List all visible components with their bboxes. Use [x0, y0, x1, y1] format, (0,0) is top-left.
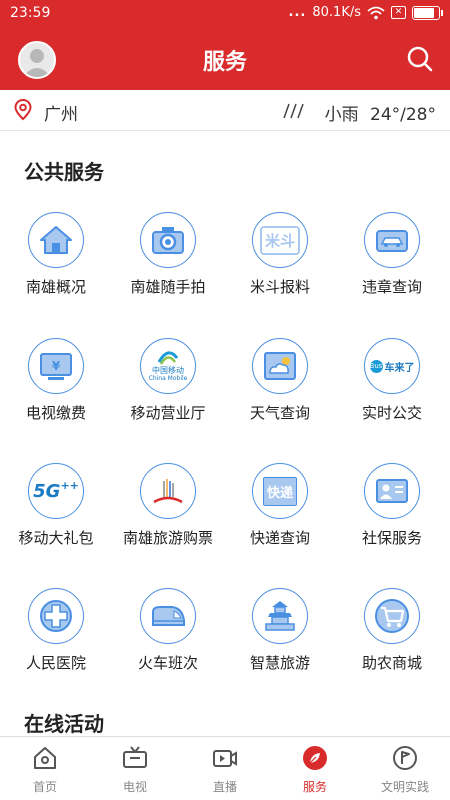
service-label: 南雄概况	[25, 278, 86, 296]
tab-label: 首页	[32, 780, 57, 794]
ticket-icon	[140, 463, 196, 519]
home-icon	[34, 747, 56, 769]
cloud-sun-icon	[252, 338, 308, 394]
5g-logo-icon: 5G ++	[28, 463, 84, 519]
house-icon	[28, 212, 84, 268]
live-video-icon	[213, 750, 237, 767]
weather-condition: 小雨	[324, 105, 359, 125]
express-icon: 快递	[252, 463, 308, 519]
tab-label: 直播	[212, 780, 237, 794]
battery-icon	[412, 5, 443, 20]
civilization-flag-icon	[393, 746, 417, 770]
service-item-farm-mall[interactable]: 助农商城	[336, 572, 448, 673]
service-label: 南雄旅游购票	[122, 529, 213, 547]
service-label: 快递查询	[249, 529, 310, 547]
camera-icon	[140, 212, 196, 268]
service-item-mobile-hall[interactable]: 中国移动 China Mobile 移动营业厅	[112, 322, 224, 423]
tab-live[interactable]: 直播	[180, 737, 270, 800]
tab-home[interactable]: 首页	[0, 737, 90, 800]
service-label: 火车班次	[137, 654, 198, 672]
tab-tv[interactable]: 电视	[90, 737, 180, 800]
tab-civilization-practice[interactable]: 文明实践	[360, 737, 450, 800]
page-title: 服务	[202, 50, 247, 75]
china-mobile-logo-icon: 中国移动 China Mobile	[140, 338, 196, 394]
service-item-smart-tourism[interactable]: 智慧旅游	[224, 572, 336, 673]
service-item-nanxiong-overview[interactable]: 南雄概况	[0, 196, 112, 297]
service-label: 电视缴费	[25, 404, 86, 422]
car-icon	[364, 212, 420, 268]
sim-off-icon: ✕	[391, 6, 406, 19]
service-label: 助农商城	[361, 654, 422, 672]
shopping-cart-icon	[364, 588, 420, 644]
service-label: 天气查询	[249, 404, 310, 422]
service-label: 人民医院	[25, 654, 86, 672]
service-item-weather-query[interactable]: 天气查询	[224, 322, 336, 423]
section-title-online-activities: 在线活动	[24, 712, 104, 736]
service-item-mobile-gift[interactable]: 5G ++ 移动大礼包	[0, 447, 112, 548]
tv-yuan-icon: ¥	[28, 338, 84, 394]
network-speed: 80.1K/s	[312, 5, 361, 20]
tab-label: 电视	[122, 780, 147, 794]
status-icons: ... 80.1K/s ✕	[288, 5, 443, 20]
bottom-tab-bar: 首页 电视 直播 服务 文明实践	[0, 736, 450, 800]
service-item-express-query[interactable]: 快递 快递查询	[224, 447, 336, 548]
id-card-icon	[364, 463, 420, 519]
tab-service[interactable]: 服务	[270, 737, 360, 800]
service-label: 社保服务	[361, 529, 422, 547]
svg-text:¥: ¥	[52, 359, 61, 373]
location-pin-icon	[14, 99, 32, 121]
tv-icon	[123, 746, 147, 768]
temperature-range: 24°/28°	[370, 105, 436, 125]
wifi-icon	[367, 6, 385, 19]
pagoda-icon	[252, 588, 308, 644]
service-item-photo-report[interactable]: 南雄随手拍	[112, 196, 224, 297]
city-label[interactable]: 广州	[44, 100, 78, 125]
service-label: 移动营业厅	[130, 404, 206, 422]
service-item-realtime-bus[interactable]: Bus 车来了 实时公交	[336, 322, 448, 423]
status-bar: 23:59 ... 80.1K/s ✕	[0, 0, 450, 28]
service-label: 米斗报料	[249, 278, 310, 296]
service-item-social-security[interactable]: 社保服务	[336, 447, 448, 548]
service-label: 南雄随手拍	[130, 278, 206, 296]
medical-cross-icon	[28, 588, 84, 644]
bus-logo-icon: Bus 车来了	[364, 338, 420, 394]
service-item-train-schedule[interactable]: 火车班次	[112, 572, 224, 673]
service-item-tv-payment[interactable]: ¥ 电视缴费	[0, 322, 112, 423]
app-header: 服务	[0, 28, 450, 90]
service-item-violation-query[interactable]: 违章查询	[336, 196, 448, 297]
search-icon[interactable]	[406, 45, 434, 73]
service-item-midou-report[interactable]: 米斗 米斗报料	[224, 196, 336, 297]
service-label: 违章查询	[361, 278, 422, 296]
service-item-tourism-ticket[interactable]: 南雄旅游购票	[112, 447, 224, 548]
rain-icon	[283, 103, 304, 119]
status-time: 23:59	[10, 5, 51, 21]
tab-label: 文明实践	[380, 780, 429, 794]
notification-dots: ...	[288, 5, 307, 20]
service-leaf-icon	[303, 746, 327, 770]
service-label: 智慧旅游	[249, 654, 310, 672]
section-title-public-services: 公共服务	[24, 160, 104, 184]
train-icon	[140, 588, 196, 644]
mi-dou-logo-icon: 米斗	[252, 212, 308, 268]
tab-label: 服务	[302, 780, 327, 794]
location-weather-bar: 广州 小雨 24°/28°	[0, 90, 450, 131]
service-label: 移动大礼包	[18, 529, 94, 547]
service-item-peoples-hospital[interactable]: 人民医院	[0, 572, 112, 673]
service-label: 实时公交	[361, 404, 422, 422]
weather-text: 小雨 24°/28°	[325, 100, 436, 125]
